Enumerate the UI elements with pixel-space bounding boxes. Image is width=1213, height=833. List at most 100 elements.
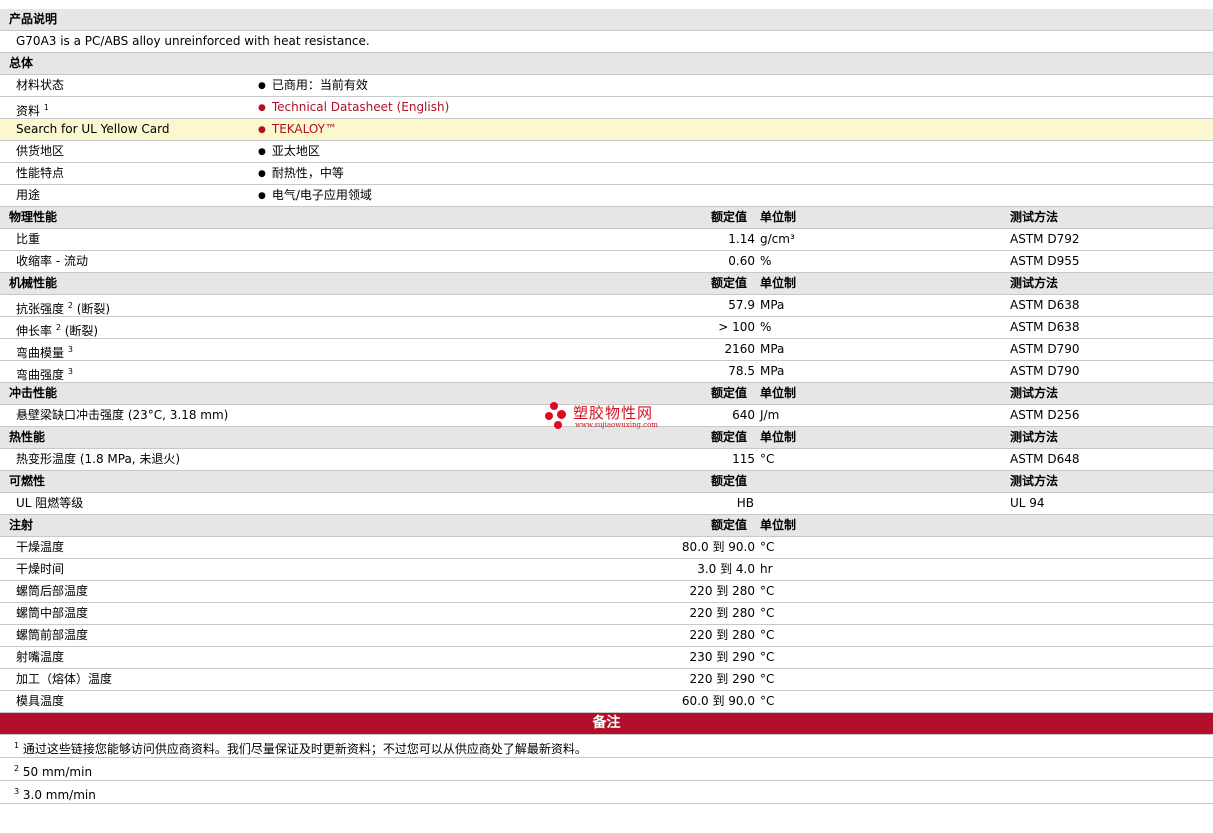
property-unit: % <box>760 254 772 268</box>
property-value: 0.60 <box>728 254 755 268</box>
general-row: 资料 1Technical Datasheet (English) <box>0 97 1213 119</box>
col-header-method: 测试方法 <box>1010 210 1059 224</box>
col-header-nominal: 额定值 <box>711 518 748 532</box>
col-header-nominal: 额定值 <box>711 386 748 400</box>
property-row: 伸长率 2 (断裂) > 100% ASTM D638 <box>0 317 1213 339</box>
general-label: 供货地区 <box>16 144 65 158</box>
general-row: 性能特点 耐热性，中等 <box>0 163 1213 185</box>
col-header-nominal: 额定值 <box>711 276 748 290</box>
col-header-unit: 单位制 <box>760 276 797 290</box>
property-row: 热变形温度 (1.8 MPa, 未退火) 115 °C ASTM D648 <box>0 449 1213 471</box>
test-method: ASTM D790 <box>1010 342 1080 356</box>
injection-label: 螺筒中部温度 <box>16 606 89 620</box>
injection-row: 干燥温度 80.0 到 90.0 °C <box>0 537 1213 559</box>
property-unit: MPa <box>760 342 785 356</box>
property-value: 115 <box>732 452 755 466</box>
footnote-ref: 3 <box>67 367 73 376</box>
injection-rows: 干燥温度 80.0 到 90.0 °C 干燥时间 3.0 到 4.0 hr 螺筒后部温度 22… <box>0 537 1213 713</box>
footnote-ref: 2 <box>55 323 61 332</box>
property-row: 收缩率 - 流动 0.60% ASTM D955 <box>0 251 1213 273</box>
injection-label: 加工（熔体）温度 <box>16 672 113 686</box>
property-row: 弯曲强度 3 78.5 MPa ASTM D790 <box>0 361 1213 383</box>
property-label: UL 阻燃等级 <box>16 496 84 510</box>
general-row: 用途 电气/电子应用领域 <box>0 185 1213 207</box>
section-title: 总体 <box>9 56 34 70</box>
general-value: 耐热性，中等 <box>258 163 344 186</box>
injection-row: 螺筒后部温度 220 到 280 °C <box>0 581 1213 603</box>
property-label: 收缩率 - 流动 <box>16 254 88 268</box>
general-row: 供货地区 亚太地区 <box>0 141 1213 163</box>
col-header-method: 测试方法 <box>1010 276 1059 290</box>
notes-header: 备注 <box>0 713 1213 735</box>
test-method: ASTM D256 <box>1010 408 1080 422</box>
section-title: 机械性能 <box>9 276 58 290</box>
col-header-unit: 单位制 <box>760 386 797 400</box>
col-header-unit: 单位制 <box>760 430 797 444</box>
property-sections: 物理性能 额定值 单位制 测试方法 比重 1.14 g/cm³ ASTM D792 收缩率 - … <box>0 207 1213 515</box>
property-label: 悬壁梁缺口冲击强度 (23°C, 3.18 mm) <box>16 408 229 422</box>
general-label: 材料状态 <box>16 78 65 92</box>
test-method: UL 94 <box>1010 496 1045 510</box>
injection-range: 220 到 290 <box>689 672 755 686</box>
injection-unit: °C <box>760 540 775 554</box>
description-text: G70A3 is a PC/ABS alloy unreinforced wit… <box>16 34 370 48</box>
injection-label: 螺筒前部温度 <box>16 628 89 642</box>
section-title: 产品说明 <box>9 12 58 26</box>
col-header-unit: 单位制 <box>760 518 797 532</box>
general-value: 亚太地区 <box>258 141 320 164</box>
injection-range: 220 到 280 <box>689 584 755 598</box>
section-header-mechanical: 机械性能 额定值 单位制 测试方法 <box>0 273 1213 295</box>
property-unit: MPa <box>760 298 785 312</box>
section-title: 注射 <box>9 518 34 532</box>
property-label: 热变形温度 (1.8 MPa, 未退火) <box>16 452 181 466</box>
injection-row: 模具温度 60.0 到 90.0 °C <box>0 691 1213 713</box>
general-label[interactable]: Search for UL Yellow Card <box>16 119 169 140</box>
section-header-physical: 物理性能 额定值 单位制 测试方法 <box>0 207 1213 229</box>
property-row: UL 阻燃等级 HB UL 94 <box>0 493 1213 515</box>
watermark-logo: 塑胶物性网 www.sujiaowuxing.com <box>545 402 685 434</box>
test-method: ASTM D955 <box>1010 254 1080 268</box>
injection-range: 3.0 到 4.0 <box>697 562 755 576</box>
general-value-link[interactable]: TEKALOY™ <box>258 119 337 142</box>
injection-label: 模具温度 <box>16 694 65 708</box>
injection-row: 螺筒中部温度 220 到 280 °C <box>0 603 1213 625</box>
property-row: 抗张强度 2 (断裂) 57.9 MPa ASTM D638 <box>0 295 1213 317</box>
injection-range: 60.0 到 90.0 <box>681 694 755 708</box>
section-title: 冲击性能 <box>9 386 58 400</box>
description-row: G70A3 is a PC/ABS alloy unreinforced wit… <box>0 31 1213 53</box>
footnote-ref: 2 <box>67 301 73 310</box>
injection-row: 干燥时间 3.0 到 4.0 hr <box>0 559 1213 581</box>
property-unit: J/m <box>760 408 780 422</box>
property-unit: °C <box>760 452 775 466</box>
general-row: 材料状态 已商用：当前有效 <box>0 75 1213 97</box>
section-title: 物理性能 <box>9 210 58 224</box>
injection-label: 射嘴温度 <box>16 650 65 664</box>
injection-label: 干燥时间 <box>16 562 65 576</box>
injection-unit: °C <box>760 672 775 686</box>
general-value: 已商用：当前有效 <box>258 75 368 98</box>
property-value: 78.5 <box>728 364 755 378</box>
section-title: 可燃性 <box>9 474 46 488</box>
injection-range: 220 到 280 <box>689 628 755 642</box>
injection-label: 干燥温度 <box>16 540 65 554</box>
section-header-flammability: 可燃性 额定值 测试方法 <box>0 471 1213 493</box>
injection-row: 射嘴温度 230 到 290 °C <box>0 647 1213 669</box>
property-value: HB <box>736 496 754 510</box>
injection-row: 加工（熔体）温度 220 到 290 °C <box>0 669 1213 691</box>
test-method: ASTM D792 <box>1010 232 1080 246</box>
col-header-nominal: 额定值 <box>711 430 748 444</box>
watermark-name: 塑胶物性网 <box>573 404 654 422</box>
footnote-ref: 3 <box>67 345 73 354</box>
col-header-method: 测试方法 <box>1010 386 1059 400</box>
injection-range: 220 到 280 <box>689 606 755 620</box>
col-header-method: 测试方法 <box>1010 430 1059 444</box>
test-method: ASTM D638 <box>1010 320 1080 334</box>
general-label: 用途 <box>16 188 41 202</box>
property-value: 57.9 <box>728 298 755 312</box>
general-row: Search for UL Yellow Card TEKALOY™ <box>0 119 1213 141</box>
general-value-link[interactable]: Technical Datasheet (English) <box>258 97 449 120</box>
general-label: 性能特点 <box>16 166 65 180</box>
note-text: 3 3.0 mm/min <box>14 787 96 802</box>
injection-range: 230 到 290 <box>689 650 755 664</box>
note-item: 1 通过这些链接您能够访问供应商资料。我们尽量保证及时更新资料；不过您可以从供应… <box>0 735 1213 758</box>
